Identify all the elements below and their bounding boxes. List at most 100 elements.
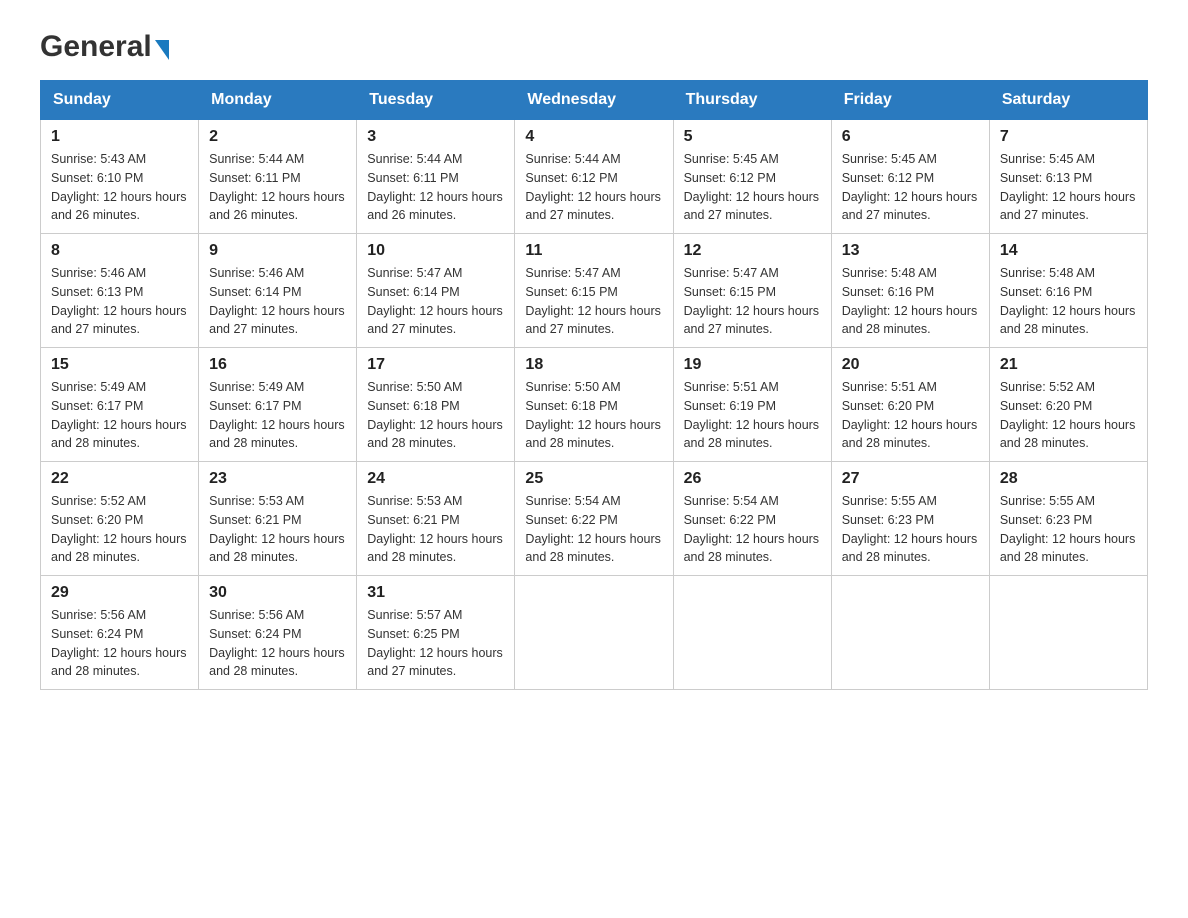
calendar-cell: 5 Sunrise: 5:45 AMSunset: 6:12 PMDayligh… (673, 120, 831, 234)
logo-arrow-icon (155, 40, 169, 60)
day-info: Sunrise: 5:51 AMSunset: 6:20 PMDaylight:… (842, 378, 979, 453)
day-info: Sunrise: 5:57 AMSunset: 6:25 PMDaylight:… (367, 606, 504, 681)
calendar-cell: 7 Sunrise: 5:45 AMSunset: 6:13 PMDayligh… (989, 120, 1147, 234)
day-info: Sunrise: 5:43 AMSunset: 6:10 PMDaylight:… (51, 150, 188, 225)
calendar-week-5: 29 Sunrise: 5:56 AMSunset: 6:24 PMDaylig… (41, 576, 1148, 690)
day-number: 20 (842, 356, 979, 374)
day-info: Sunrise: 5:52 AMSunset: 6:20 PMDaylight:… (51, 492, 188, 567)
day-info: Sunrise: 5:46 AMSunset: 6:13 PMDaylight:… (51, 264, 188, 339)
day-number: 16 (209, 356, 346, 374)
day-number: 15 (51, 356, 188, 374)
day-info: Sunrise: 5:54 AMSunset: 6:22 PMDaylight:… (525, 492, 662, 567)
day-info: Sunrise: 5:50 AMSunset: 6:18 PMDaylight:… (525, 378, 662, 453)
calendar-cell: 16 Sunrise: 5:49 AMSunset: 6:17 PMDaylig… (199, 348, 357, 462)
day-number: 25 (525, 470, 662, 488)
calendar-cell: 1 Sunrise: 5:43 AMSunset: 6:10 PMDayligh… (41, 120, 199, 234)
day-number: 6 (842, 128, 979, 146)
calendar-cell: 23 Sunrise: 5:53 AMSunset: 6:21 PMDaylig… (199, 462, 357, 576)
day-number: 31 (367, 584, 504, 602)
calendar-cell: 3 Sunrise: 5:44 AMSunset: 6:11 PMDayligh… (357, 120, 515, 234)
calendar-cell (673, 576, 831, 690)
calendar-cell: 24 Sunrise: 5:53 AMSunset: 6:21 PMDaylig… (357, 462, 515, 576)
calendar-cell: 8 Sunrise: 5:46 AMSunset: 6:13 PMDayligh… (41, 234, 199, 348)
calendar-cell: 2 Sunrise: 5:44 AMSunset: 6:11 PMDayligh… (199, 120, 357, 234)
day-info: Sunrise: 5:55 AMSunset: 6:23 PMDaylight:… (842, 492, 979, 567)
day-info: Sunrise: 5:46 AMSunset: 6:14 PMDaylight:… (209, 264, 346, 339)
day-number: 7 (1000, 128, 1137, 146)
calendar-cell: 13 Sunrise: 5:48 AMSunset: 6:16 PMDaylig… (831, 234, 989, 348)
logo: General (40, 30, 169, 60)
calendar-cell: 6 Sunrise: 5:45 AMSunset: 6:12 PMDayligh… (831, 120, 989, 234)
calendar-body: 1 Sunrise: 5:43 AMSunset: 6:10 PMDayligh… (41, 120, 1148, 690)
calendar-cell: 31 Sunrise: 5:57 AMSunset: 6:25 PMDaylig… (357, 576, 515, 690)
day-info: Sunrise: 5:54 AMSunset: 6:22 PMDaylight:… (684, 492, 821, 567)
calendar-cell: 25 Sunrise: 5:54 AMSunset: 6:22 PMDaylig… (515, 462, 673, 576)
column-header-thursday: Thursday (673, 81, 831, 120)
calendar-cell: 9 Sunrise: 5:46 AMSunset: 6:14 PMDayligh… (199, 234, 357, 348)
day-info: Sunrise: 5:45 AMSunset: 6:12 PMDaylight:… (684, 150, 821, 225)
calendar-cell: 14 Sunrise: 5:48 AMSunset: 6:16 PMDaylig… (989, 234, 1147, 348)
day-number: 10 (367, 242, 504, 260)
calendar-cell: 21 Sunrise: 5:52 AMSunset: 6:20 PMDaylig… (989, 348, 1147, 462)
day-info: Sunrise: 5:45 AMSunset: 6:12 PMDaylight:… (842, 150, 979, 225)
calendar-table: SundayMondayTuesdayWednesdayThursdayFrid… (40, 80, 1148, 690)
logo-general: General (40, 30, 152, 64)
day-number: 26 (684, 470, 821, 488)
day-info: Sunrise: 5:44 AMSunset: 6:11 PMDaylight:… (367, 150, 504, 225)
calendar-cell: 20 Sunrise: 5:51 AMSunset: 6:20 PMDaylig… (831, 348, 989, 462)
day-number: 8 (51, 242, 188, 260)
day-number: 24 (367, 470, 504, 488)
calendar-week-2: 8 Sunrise: 5:46 AMSunset: 6:13 PMDayligh… (41, 234, 1148, 348)
calendar-cell: 4 Sunrise: 5:44 AMSunset: 6:12 PMDayligh… (515, 120, 673, 234)
day-number: 30 (209, 584, 346, 602)
calendar-cell: 29 Sunrise: 5:56 AMSunset: 6:24 PMDaylig… (41, 576, 199, 690)
calendar-cell: 15 Sunrise: 5:49 AMSunset: 6:17 PMDaylig… (41, 348, 199, 462)
day-number: 19 (684, 356, 821, 374)
column-header-sunday: Sunday (41, 81, 199, 120)
calendar-cell: 28 Sunrise: 5:55 AMSunset: 6:23 PMDaylig… (989, 462, 1147, 576)
day-number: 18 (525, 356, 662, 374)
day-number: 17 (367, 356, 504, 374)
day-number: 3 (367, 128, 504, 146)
day-info: Sunrise: 5:48 AMSunset: 6:16 PMDaylight:… (842, 264, 979, 339)
day-number: 28 (1000, 470, 1137, 488)
day-info: Sunrise: 5:44 AMSunset: 6:12 PMDaylight:… (525, 150, 662, 225)
column-header-friday: Friday (831, 81, 989, 120)
page-header: General (40, 30, 1148, 60)
day-number: 27 (842, 470, 979, 488)
calendar-cell (831, 576, 989, 690)
day-info: Sunrise: 5:50 AMSunset: 6:18 PMDaylight:… (367, 378, 504, 453)
day-info: Sunrise: 5:55 AMSunset: 6:23 PMDaylight:… (1000, 492, 1137, 567)
calendar-week-4: 22 Sunrise: 5:52 AMSunset: 6:20 PMDaylig… (41, 462, 1148, 576)
day-number: 23 (209, 470, 346, 488)
calendar-cell: 11 Sunrise: 5:47 AMSunset: 6:15 PMDaylig… (515, 234, 673, 348)
day-number: 29 (51, 584, 188, 602)
column-header-saturday: Saturday (989, 81, 1147, 120)
day-info: Sunrise: 5:53 AMSunset: 6:21 PMDaylight:… (367, 492, 504, 567)
calendar-cell: 12 Sunrise: 5:47 AMSunset: 6:15 PMDaylig… (673, 234, 831, 348)
column-header-wednesday: Wednesday (515, 81, 673, 120)
column-header-monday: Monday (199, 81, 357, 120)
day-info: Sunrise: 5:49 AMSunset: 6:17 PMDaylight:… (209, 378, 346, 453)
day-info: Sunrise: 5:53 AMSunset: 6:21 PMDaylight:… (209, 492, 346, 567)
day-number: 21 (1000, 356, 1137, 374)
day-number: 22 (51, 470, 188, 488)
day-info: Sunrise: 5:56 AMSunset: 6:24 PMDaylight:… (209, 606, 346, 681)
calendar-cell: 19 Sunrise: 5:51 AMSunset: 6:19 PMDaylig… (673, 348, 831, 462)
calendar-cell: 10 Sunrise: 5:47 AMSunset: 6:14 PMDaylig… (357, 234, 515, 348)
calendar-cell (515, 576, 673, 690)
calendar-cell (989, 576, 1147, 690)
day-info: Sunrise: 5:52 AMSunset: 6:20 PMDaylight:… (1000, 378, 1137, 453)
day-info: Sunrise: 5:47 AMSunset: 6:15 PMDaylight:… (684, 264, 821, 339)
day-number: 14 (1000, 242, 1137, 260)
day-info: Sunrise: 5:45 AMSunset: 6:13 PMDaylight:… (1000, 150, 1137, 225)
day-number: 4 (525, 128, 662, 146)
calendar-week-1: 1 Sunrise: 5:43 AMSunset: 6:10 PMDayligh… (41, 120, 1148, 234)
day-info: Sunrise: 5:49 AMSunset: 6:17 PMDaylight:… (51, 378, 188, 453)
calendar-week-3: 15 Sunrise: 5:49 AMSunset: 6:17 PMDaylig… (41, 348, 1148, 462)
day-info: Sunrise: 5:56 AMSunset: 6:24 PMDaylight:… (51, 606, 188, 681)
calendar-cell: 17 Sunrise: 5:50 AMSunset: 6:18 PMDaylig… (357, 348, 515, 462)
day-info: Sunrise: 5:47 AMSunset: 6:14 PMDaylight:… (367, 264, 504, 339)
calendar-cell: 30 Sunrise: 5:56 AMSunset: 6:24 PMDaylig… (199, 576, 357, 690)
day-info: Sunrise: 5:51 AMSunset: 6:19 PMDaylight:… (684, 378, 821, 453)
